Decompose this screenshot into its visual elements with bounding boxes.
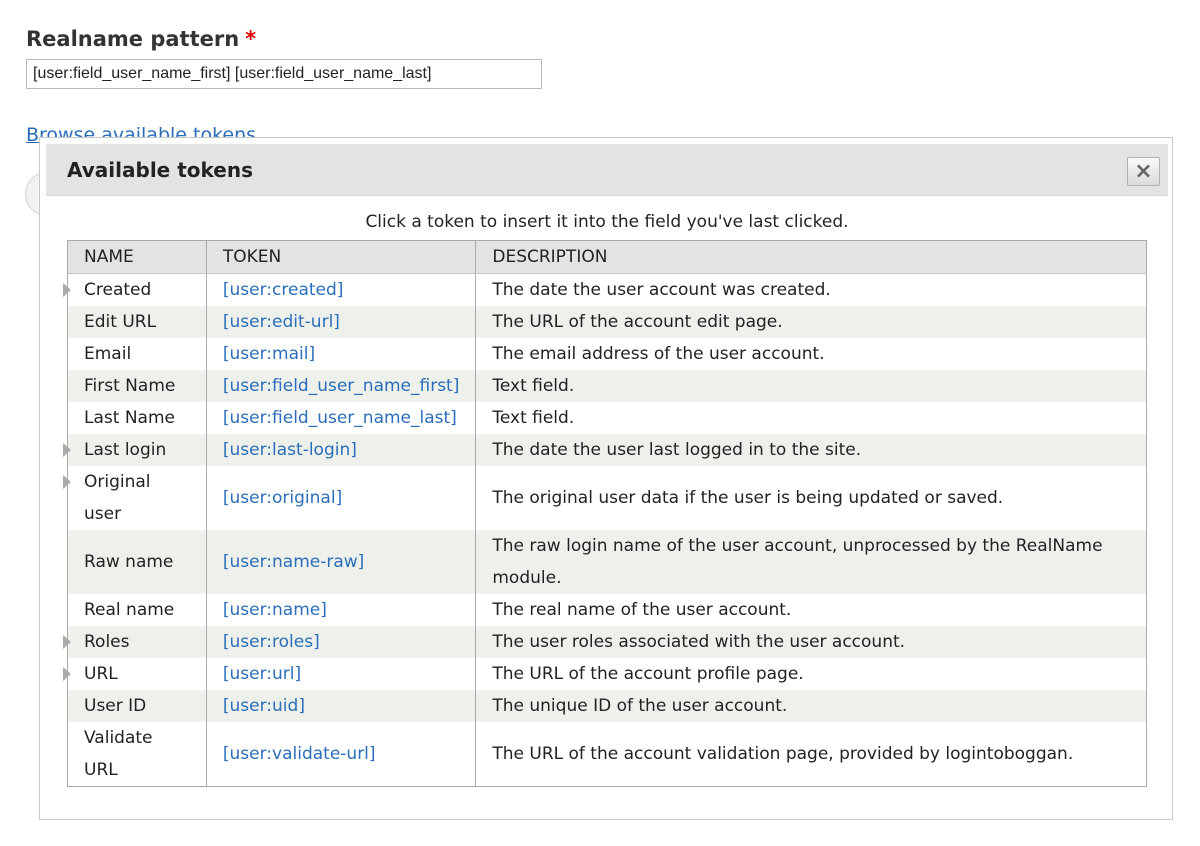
token-row: Raw name [user:name-raw] The raw login nam… xyxy=(67,530,1147,594)
token-name-cell: User ID xyxy=(67,690,207,722)
token-row: Last Name [user:field_user_name_last] Text… xyxy=(67,402,1147,434)
available-tokens-dialog: Available tokens × Click a token to inse… xyxy=(39,137,1173,820)
token-name-cell: Validate URL xyxy=(67,722,207,787)
token-name: URL xyxy=(84,664,118,684)
token-name-cell: Raw name xyxy=(67,530,207,594)
token-row: Email [user:mail] The email address of the… xyxy=(67,338,1147,370)
tokens-table-header: NAME TOKEN DESCRIPTION xyxy=(67,240,1147,274)
required-marker: * xyxy=(245,27,257,51)
expand-arrow-icon[interactable] xyxy=(63,475,71,489)
token-name: Created xyxy=(84,280,152,300)
token-row: URL [user:url] The URL of the account prof… xyxy=(63,658,1147,690)
token-description: The date the user last logged in to the … xyxy=(475,434,1147,466)
token-link[interactable]: [user:name] xyxy=(206,594,477,626)
token-description: The unique ID of the user account. xyxy=(475,690,1147,722)
token-row: First Name [user:field_user_name_first] Te… xyxy=(67,370,1147,402)
token-link[interactable]: [user:edit-url] xyxy=(206,306,477,338)
token-name-cell: Real name xyxy=(67,594,207,626)
token-description: The URL of the account validation page, … xyxy=(475,722,1147,787)
token-link[interactable]: [user:uid] xyxy=(206,690,477,722)
token-link[interactable]: [user:created] xyxy=(206,273,477,306)
expand-arrow-icon[interactable] xyxy=(63,635,71,649)
token-name: Email xyxy=(84,344,132,364)
token-name: First Name xyxy=(84,376,176,396)
token-link[interactable]: [user:last-login] xyxy=(206,434,477,466)
token-description: The original user data if the user is be… xyxy=(475,466,1147,530)
token-row: User ID [user:uid] The unique ID of the us… xyxy=(67,690,1147,722)
column-header-description: DESCRIPTION xyxy=(475,240,1147,274)
token-link[interactable]: [user:field_user_name_first] xyxy=(206,370,477,402)
token-name-cell: First Name xyxy=(67,370,207,402)
token-name: Validate URL xyxy=(84,728,153,780)
token-description: The URL of the account edit page. xyxy=(475,306,1147,338)
token-description: Text field. xyxy=(475,370,1147,402)
token-description: The email address of the user account. xyxy=(475,338,1147,370)
column-header-name: NAME xyxy=(67,240,207,274)
token-row: Real name [user:name] The real name of the… xyxy=(67,594,1147,626)
token-description: The date the user account was created. xyxy=(475,273,1147,306)
token-link[interactable]: [user:roles] xyxy=(206,626,477,658)
token-name-cell[interactable]: Original user xyxy=(63,466,207,530)
realname-pattern-input[interactable] xyxy=(26,59,542,89)
expand-arrow-icon[interactable] xyxy=(63,667,71,681)
token-row: Roles [user:roles] The user roles associat… xyxy=(63,626,1147,658)
token-name-cell[interactable]: URL xyxy=(63,658,207,690)
token-description: The user roles associated with the user … xyxy=(475,626,1147,658)
token-name-cell[interactable]: Last login xyxy=(63,434,207,466)
token-name: Raw name xyxy=(84,552,174,572)
token-description: The raw login name of the user account, … xyxy=(475,530,1147,594)
expand-arrow-icon[interactable] xyxy=(63,443,71,457)
token-name: Roles xyxy=(84,632,130,652)
token-row: Edit URL [user:edit-url] The URL of the ac… xyxy=(67,306,1147,338)
token-name-cell[interactable]: Roles xyxy=(63,626,207,658)
token-name-cell: Edit URL xyxy=(67,306,207,338)
token-name: User ID xyxy=(84,696,147,716)
token-name-cell: Email xyxy=(67,338,207,370)
token-description: Text field. xyxy=(475,402,1147,434)
token-name-cell[interactable]: Created xyxy=(63,273,207,306)
token-link[interactable]: [user:original] xyxy=(206,466,477,530)
token-link[interactable]: [user:field_user_name_last] xyxy=(206,402,477,434)
token-description: The URL of the account profile page. xyxy=(475,658,1147,690)
close-icon[interactable]: × xyxy=(1127,157,1160,186)
token-name: Original user xyxy=(84,472,151,524)
token-name: Edit URL xyxy=(84,312,157,332)
token-row: Validate URL [user:validate-url] The URL o… xyxy=(67,722,1147,787)
token-link[interactable]: [user:name-raw] xyxy=(206,530,477,594)
dialog-help-text: Click a token to insert it into the fiel… xyxy=(365,212,849,232)
token-name-cell: Last Name xyxy=(67,402,207,434)
dialog-titlebar[interactable]: Available tokens × xyxy=(46,144,1168,196)
token-name: Real name xyxy=(84,600,175,620)
expand-arrow-icon[interactable] xyxy=(63,283,71,297)
token-name: Last login xyxy=(84,440,167,460)
realname-pattern-label: Realname pattern * xyxy=(26,27,256,51)
token-description: The real name of the user account. xyxy=(475,594,1147,626)
token-row: Original user [user:original] The original… xyxy=(63,466,1147,530)
token-link[interactable]: [user:validate-url] xyxy=(206,722,477,787)
token-name: Last Name xyxy=(84,408,175,428)
token-row: Created [user:created] The date the user a… xyxy=(63,273,1147,306)
realname-pattern-label-text: Realname pattern xyxy=(26,27,240,51)
dialog-title: Available tokens xyxy=(67,158,253,182)
token-link[interactable]: [user:url] xyxy=(206,658,477,690)
token-link[interactable]: [user:mail] xyxy=(206,338,477,370)
token-row: Last login [user:last-login] The date the … xyxy=(63,434,1147,466)
tokens-table: NAME TOKEN DESCRIPTION Created [user:crea… xyxy=(63,240,1147,787)
column-header-token: TOKEN xyxy=(206,240,477,274)
